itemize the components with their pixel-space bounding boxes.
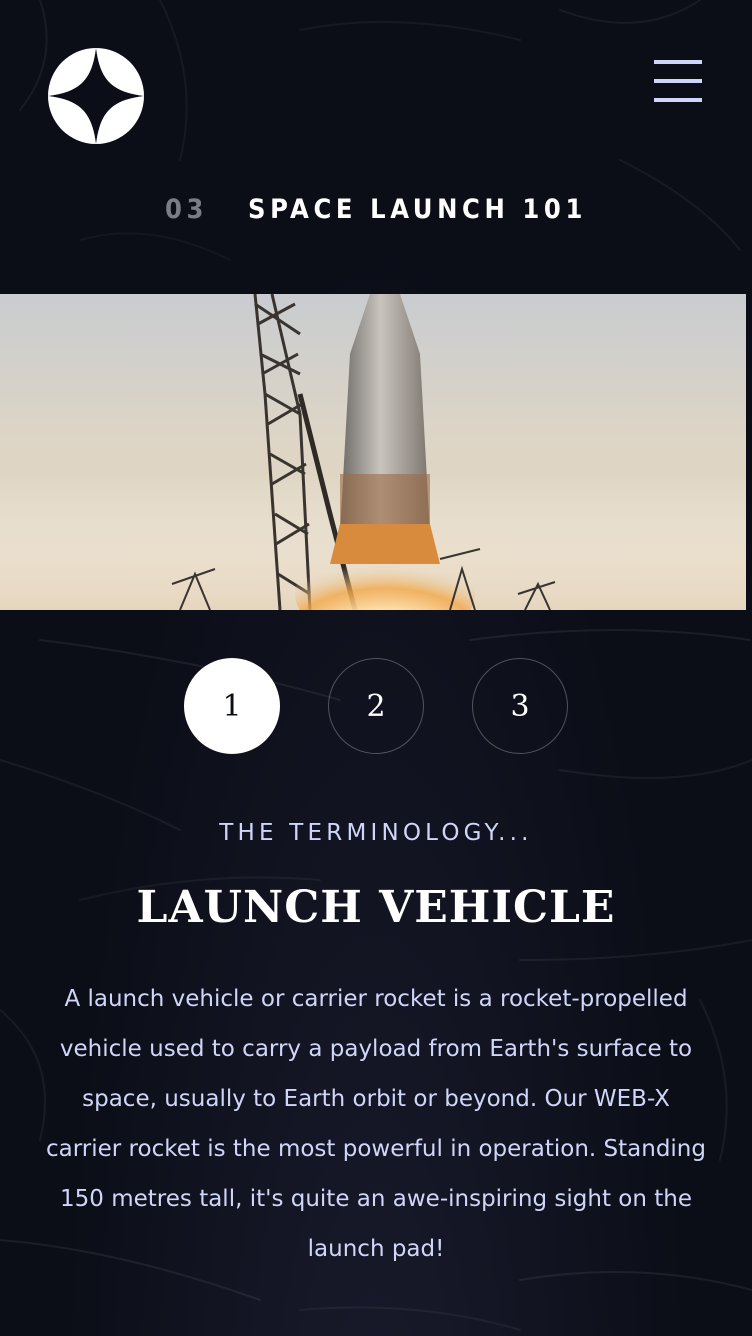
hamburger-menu-icon[interactable] xyxy=(654,60,702,102)
term-title: LAUNCH VEHICLE xyxy=(136,882,616,933)
tab-2[interactable]: 2 xyxy=(328,658,424,754)
section-eyebrow: THE TERMINOLOGY... xyxy=(219,820,533,846)
star-logo-icon[interactable] xyxy=(48,48,144,144)
term-description: A launch vehicle or carrier rocket is a … xyxy=(46,986,706,1262)
tab-1[interactable]: 1 xyxy=(184,658,280,754)
page-title: SPACE LAUNCH 101 xyxy=(248,194,587,225)
menu-bar xyxy=(654,98,702,102)
menu-bar xyxy=(654,79,702,83)
rocket-launch-image xyxy=(0,294,746,610)
tab-3[interactable]: 3 xyxy=(472,658,568,754)
page-number: 03 xyxy=(165,194,209,225)
site-header xyxy=(0,0,752,190)
terminology-tabs: 1 2 3 xyxy=(0,658,752,754)
page-heading: 03 SPACE LAUNCH 101 xyxy=(0,194,752,225)
menu-bar xyxy=(654,60,702,64)
